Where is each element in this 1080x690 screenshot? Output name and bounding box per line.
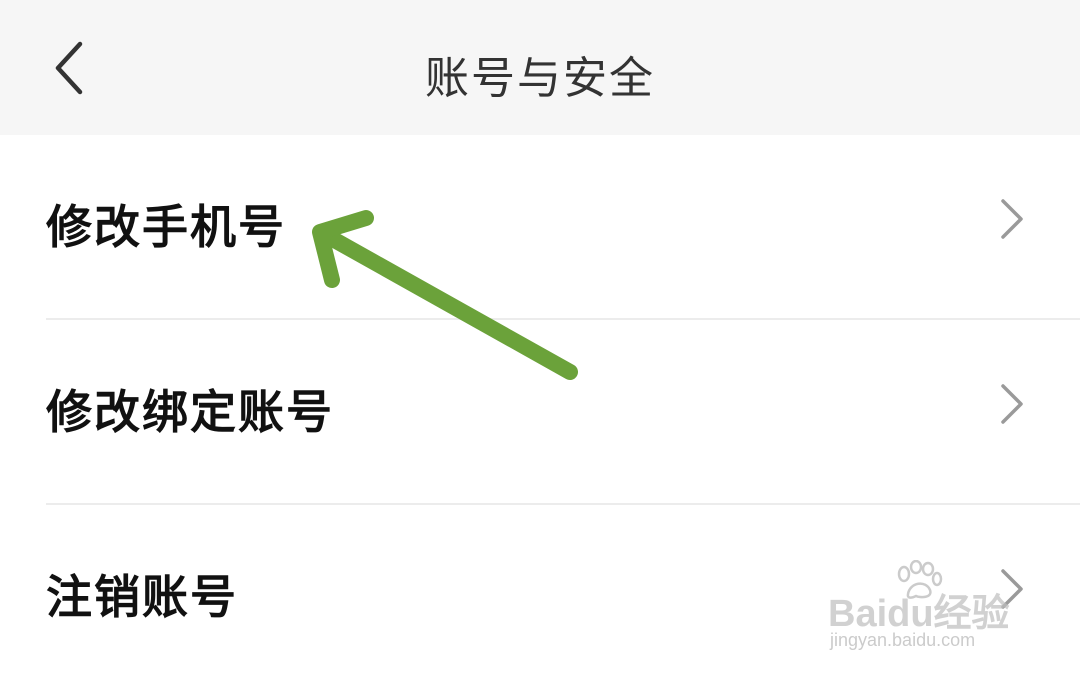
nav-header: 账号与安全	[0, 0, 1080, 135]
cancel-account-item[interactable]: 注销账号	[0, 505, 1080, 690]
change-phone-item[interactable]: 修改手机号	[0, 135, 1080, 320]
page-title: 账号与安全	[425, 53, 655, 104]
chevron-right-icon	[1001, 569, 1023, 609]
chevron-right-icon	[1001, 199, 1023, 239]
change-bound-account-label: 修改绑定账号	[46, 385, 334, 439]
cancel-account-label: 注销账号	[46, 570, 238, 624]
change-phone-label: 修改手机号	[46, 200, 286, 254]
settings-list: 修改手机号 修改绑定账号 注销账号	[0, 135, 1080, 690]
chevron-right-icon	[1001, 384, 1023, 424]
change-bound-account-item[interactable]: 修改绑定账号	[0, 320, 1080, 505]
